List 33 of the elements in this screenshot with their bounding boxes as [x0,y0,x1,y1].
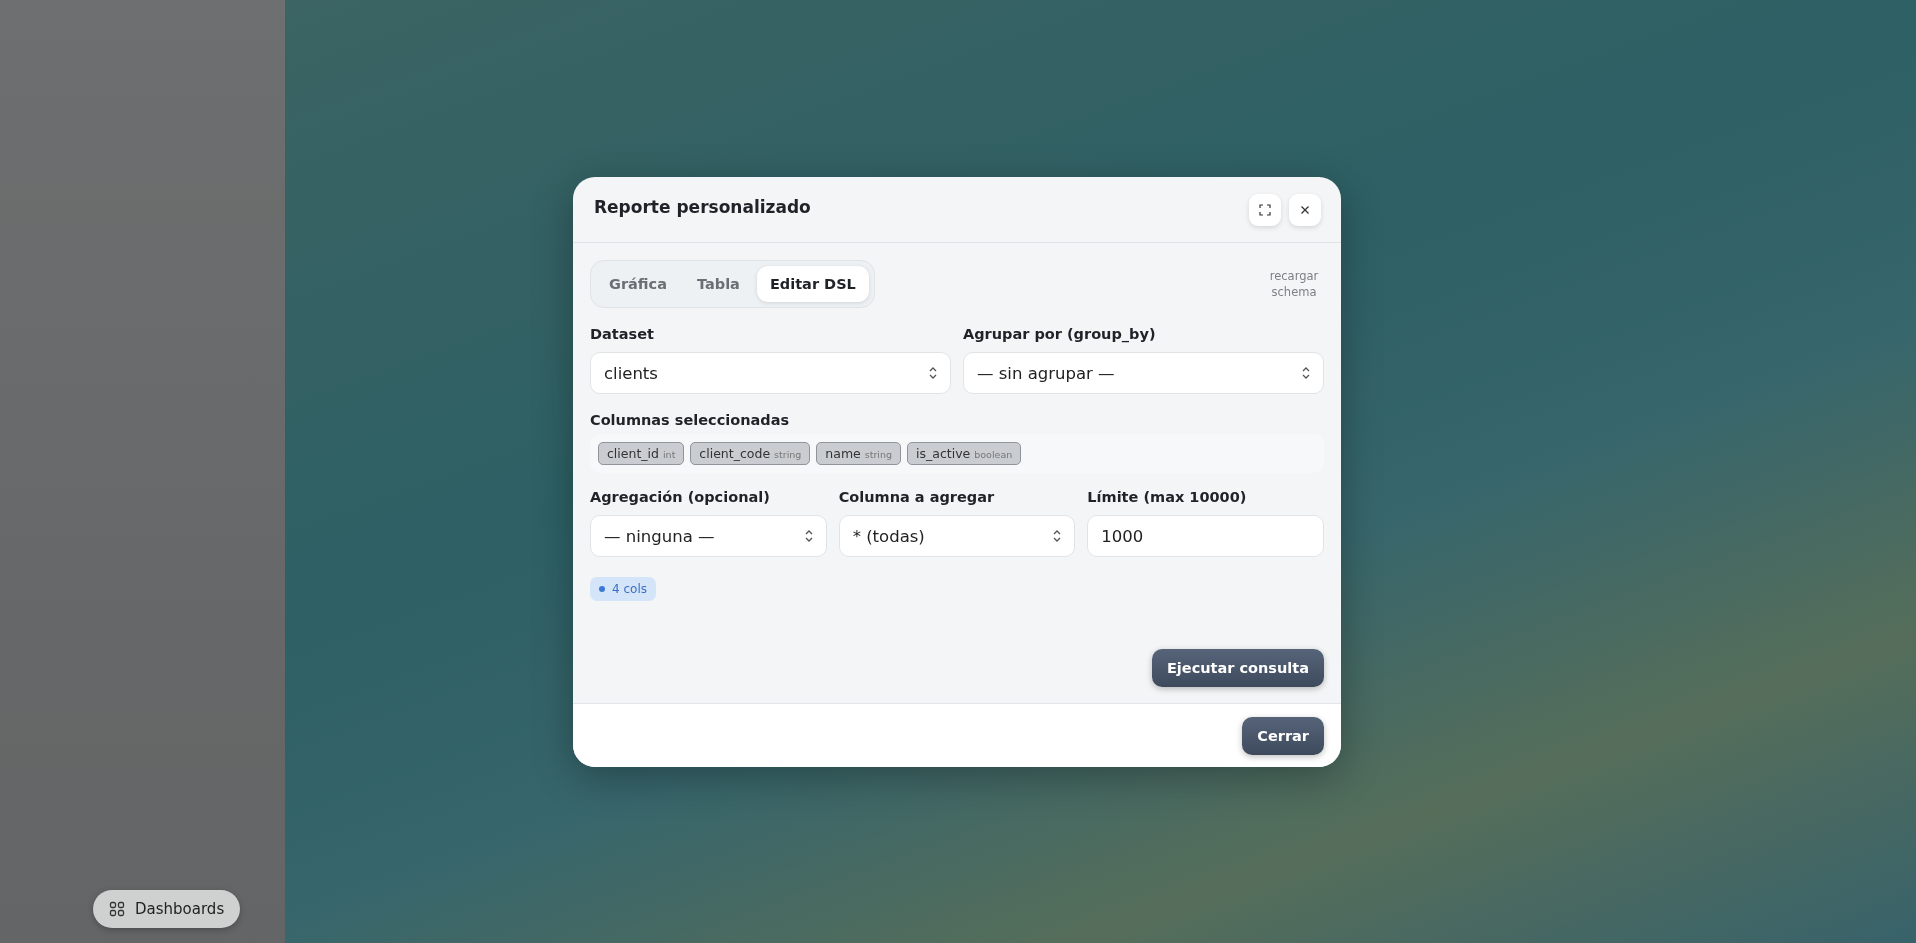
run-query-button[interactable]: Ejecutar consulta [1151,649,1324,687]
field-label: Límite (max 10000) [1087,489,1247,505]
column-chip[interactable]: is_active boolean [907,442,1022,465]
field-label: Dataset [590,326,654,342]
close-icon [1300,205,1310,215]
dataset-select[interactable]: clients [590,352,951,394]
field-label: Columnas seleccionadas [590,412,790,428]
field-label: Agrupar por (group_by) [963,326,1156,342]
field-label: Columna a agregar [838,489,995,505]
tab[interactable]: Tabla [683,266,753,302]
close-dialog-button[interactable]: Cerrar [1242,716,1324,755]
reload-schema-link[interactable]: recargar schema [1264,268,1324,300]
dialog-title: Reporte personalizado [594,197,811,219]
expand-icon [1259,204,1271,216]
group-by-select[interactable]: — sin agrupar — [963,352,1324,394]
limit-input[interactable]: 1000 [1087,515,1324,557]
chevron-icon [1053,529,1062,543]
column-chip[interactable]: client_code string [690,442,811,465]
tab[interactable]: Editar DSL [756,266,869,302]
grid-icon [109,901,125,917]
close-button[interactable] [1289,194,1321,226]
column-count-badge: 4 cols [590,577,656,601]
tab[interactable]: Gráfica [596,266,680,302]
expand-button[interactable] [1249,194,1281,226]
aggregation-select[interactable]: — ninguna — [590,515,827,557]
aggregate-column-select[interactable]: * (todas) [838,515,1076,557]
chevron-icon [929,366,937,380]
dashboards-button[interactable]: Dashboards [93,890,241,928]
column-chip[interactable]: name string [816,442,902,465]
chevron-icon [1302,366,1310,380]
field-label: Agregación (opcional) [590,489,770,505]
column-chip[interactable]: client_id int [598,442,685,465]
chevron-icon [804,529,813,543]
